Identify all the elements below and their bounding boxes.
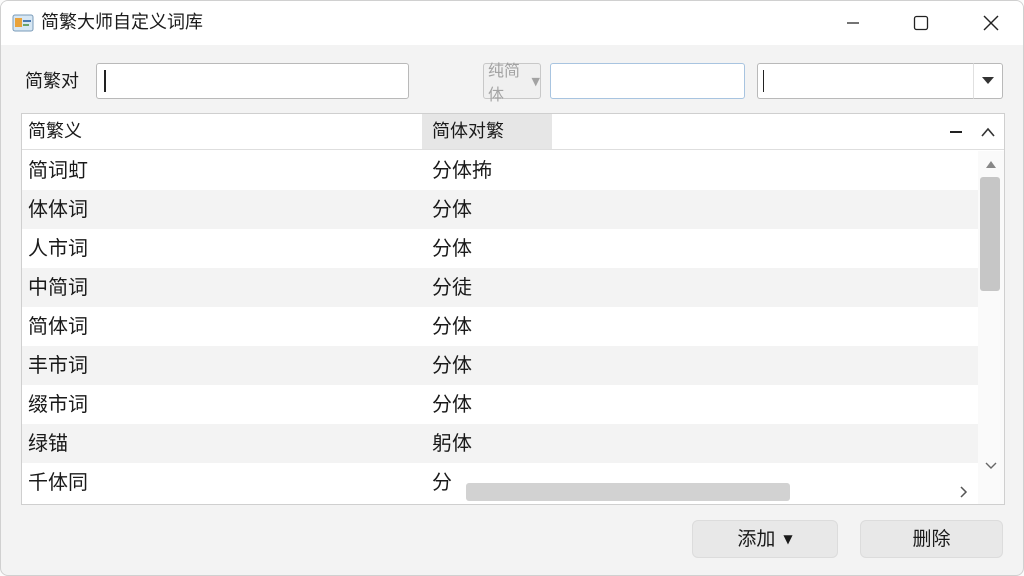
table-row[interactable]: 简词虰 分体抪 [22, 151, 978, 190]
window-title: 简繁大师自定义词库 [41, 12, 203, 33]
delete-button-label: 删除 [912, 528, 951, 550]
table-cell: 千体同 [28, 470, 88, 494]
table-cell: 缀市词 [28, 392, 88, 416]
table-row[interactable]: 人市词 分体 [22, 229, 978, 268]
filter-input[interactable] [96, 63, 409, 99]
table-cell: 丰市词 [28, 353, 88, 377]
minimize-icon [847, 22, 859, 24]
text-caret [104, 70, 106, 92]
chevron-right-icon [960, 486, 968, 498]
filter-label: 简繁对 [25, 71, 79, 92]
table-cell: 中简词 [28, 275, 88, 299]
table-cell: 躬体 [432, 431, 472, 455]
chevron-down-icon [985, 462, 997, 469]
horizontal-scrollbar-thumb[interactable] [466, 483, 790, 501]
table-cell: 简词虰 [28, 158, 88, 182]
delete-button[interactable]: 删除 [860, 520, 1003, 558]
table-row[interactable]: 中简词 分徒 [22, 268, 978, 307]
close-button[interactable] [961, 1, 1021, 45]
table-cell: 分体抪 [432, 158, 492, 182]
table-body: 简词虰 分体抪 体体词 分体 人市词 分体 中简词 分徒 简体词 分体 丰市词 … [22, 151, 978, 504]
conversion-mode-select[interactable]: 纯简体 ▼ [483, 61, 541, 104]
scroll-up-button[interactable] [982, 155, 1000, 173]
table-cell: 分体 [432, 353, 472, 377]
table-cell: 分体 [432, 236, 472, 260]
close-icon [983, 15, 999, 31]
maximize-button[interactable] [891, 1, 951, 45]
maximize-icon [913, 15, 929, 31]
vertical-scrollbar[interactable] [978, 151, 1004, 504]
scroll-right-button[interactable] [954, 482, 974, 502]
table-cell: 人市词 [28, 236, 88, 260]
table-cell: 绿锚 [28, 431, 68, 455]
table-row[interactable]: 丰市词 分体 [22, 346, 978, 385]
conversion-mode-label: 纯简体 [488, 61, 521, 104]
table-row[interactable]: 体体词 分体 [22, 190, 978, 229]
table-cell: 分体 [432, 314, 472, 338]
table-cell: 体体词 [28, 197, 88, 221]
table-row[interactable]: 缀市词 分体 [22, 385, 978, 424]
table-cell: 分体 [432, 392, 472, 416]
chevron-down-icon [982, 77, 994, 84]
table-row[interactable]: 绿锚 躬体 [22, 424, 978, 463]
collapse-button[interactable] [944, 120, 968, 144]
table-row[interactable]: 简体词 分体 [22, 307, 978, 346]
table-cell: 简体词 [28, 314, 88, 338]
caret-down-icon: ▼ [783, 532, 793, 546]
table-cell: 分徒 [432, 275, 472, 299]
minus-icon [950, 131, 962, 133]
scroll-down-button[interactable] [982, 457, 1000, 475]
add-button[interactable]: 添加 ▼ [692, 520, 838, 558]
scrollbar-thumb[interactable] [980, 177, 1000, 291]
column-header[interactable]: 简体对繁 [422, 114, 552, 149]
word-table: 简繁义 简体对繁 简词虰 分体抪 体体词 分体 人市词 分体 中简词 分徒 简体… [21, 113, 1005, 505]
simplified-input[interactable] [550, 63, 745, 99]
table-header: 简繁义 简体对繁 [22, 114, 1004, 150]
minimize-button[interactable] [823, 1, 883, 45]
text-caret [763, 70, 764, 92]
add-button-label: 添加 [737, 528, 776, 550]
chevron-down-icon: ▼ [531, 74, 540, 88]
traditional-input[interactable] [757, 63, 973, 99]
sort-button[interactable] [976, 120, 1000, 144]
dictionary-window: 简繁大师自定义词库 简繁对 纯简体 ▼ 简繁义 简体对繁 简词虰 分体抪 体体词… [0, 0, 1024, 576]
triangle-up-icon [986, 161, 996, 168]
column-header[interactable]: 简繁义 [22, 114, 422, 149]
title-bar: 简繁大师自定义词库 [1, 1, 1023, 45]
app-icon [12, 12, 34, 34]
chevron-up-icon [981, 127, 995, 137]
traditional-dropdown-button[interactable] [973, 63, 1003, 99]
table-cell: 分体 [432, 197, 472, 221]
